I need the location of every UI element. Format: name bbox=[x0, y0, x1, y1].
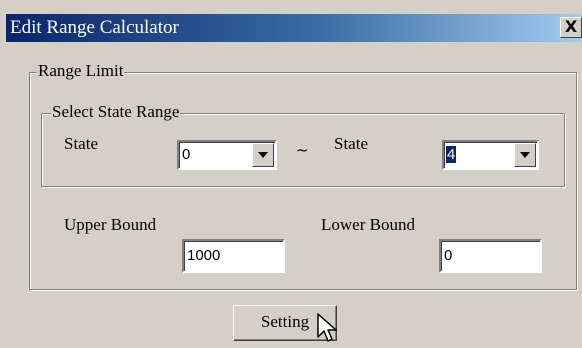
title-bar[interactable]: Edit Range Calculator X bbox=[6, 14, 582, 42]
range-separator: ~ bbox=[296, 141, 309, 159]
state-to-value: 4 bbox=[444, 145, 458, 164]
range-limit-title: Range Limit bbox=[37, 61, 125, 81]
state-from-dropdown-button[interactable] bbox=[252, 143, 274, 167]
lower-bound-label: Lower Bound bbox=[321, 215, 415, 234]
upper-bound-label: Upper Bound bbox=[64, 215, 157, 234]
state-from-label: State bbox=[64, 134, 98, 153]
upper-bound-value: 1000 bbox=[187, 247, 221, 264]
chevron-down-icon bbox=[258, 152, 268, 158]
close-icon: X bbox=[564, 17, 578, 36]
state-from-value: 0 bbox=[182, 146, 191, 163]
state-to-dropdown-button[interactable] bbox=[514, 143, 536, 167]
select-state-range-title: Select State Range bbox=[51, 102, 181, 122]
state-to-label: State bbox=[334, 134, 368, 153]
upper-bound-input[interactable]: 1000 bbox=[182, 239, 285, 273]
lower-bound-value: 0 bbox=[444, 247, 453, 264]
mouse-pointer-icon bbox=[317, 313, 337, 342]
edit-range-calculator-window: Edit Range Calculator X Range Limit Sele… bbox=[0, 0, 582, 348]
state-to-combobox[interactable]: 4 bbox=[442, 140, 539, 170]
chevron-down-icon bbox=[520, 152, 530, 158]
lower-bound-input[interactable]: 0 bbox=[439, 239, 542, 273]
window-title: Edit Range Calculator bbox=[10, 17, 179, 38]
state-from-combobox[interactable]: 0 bbox=[177, 140, 277, 170]
close-button[interactable]: X bbox=[560, 17, 582, 38]
